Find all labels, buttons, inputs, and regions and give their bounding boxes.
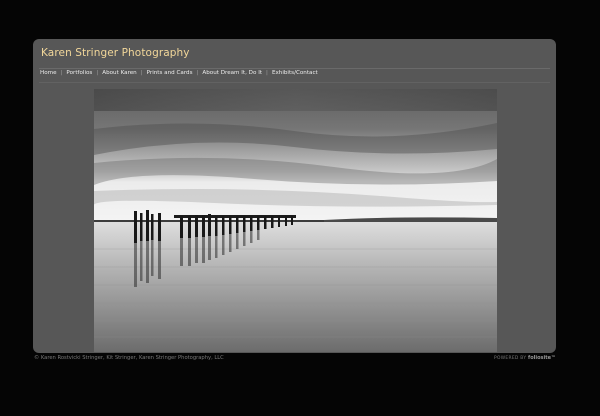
nav-item-home[interactable]: Home [40, 70, 57, 76]
page: Karen Stringer Photography Home | Portfo… [0, 0, 600, 416]
nav-separator: | [266, 70, 268, 76]
main-nav: Home | Portfolios | About Karen | Prints… [40, 70, 318, 76]
copyright-text: © Karen Rostvicki Stringer, Kit Stringer… [34, 355, 224, 361]
nav-item-about-karen[interactable]: About Karen [102, 70, 136, 76]
content-panel: Karen Stringer Photography Home | Portfo… [33, 39, 556, 353]
nav-item-portfolios[interactable]: Portfolios [66, 70, 92, 76]
featured-photo[interactable] [94, 89, 497, 352]
powered-by-brand: folio [528, 355, 541, 361]
nav-separator: | [196, 70, 199, 76]
nav-separator: | [140, 70, 143, 76]
nav-divider [39, 82, 550, 83]
site-title[interactable]: Karen Stringer Photography [41, 47, 190, 59]
powered-by-prefix: POWERED BY [494, 356, 527, 361]
powered-by-brand-suffix: site™ [540, 355, 556, 361]
nav-item-about-dream-it[interactable]: About Dream It, Do It [202, 70, 262, 76]
nav-separator: | [96, 70, 99, 76]
nav-item-exhibits-contact[interactable]: Exhibits/Contact [272, 70, 318, 76]
powered-by[interactable]: POWERED BY foliosite™ [494, 355, 556, 361]
nav-item-prints-and-cards[interactable]: Prints and Cards [147, 70, 193, 76]
nav-separator: | [60, 70, 63, 76]
title-divider [39, 68, 550, 69]
